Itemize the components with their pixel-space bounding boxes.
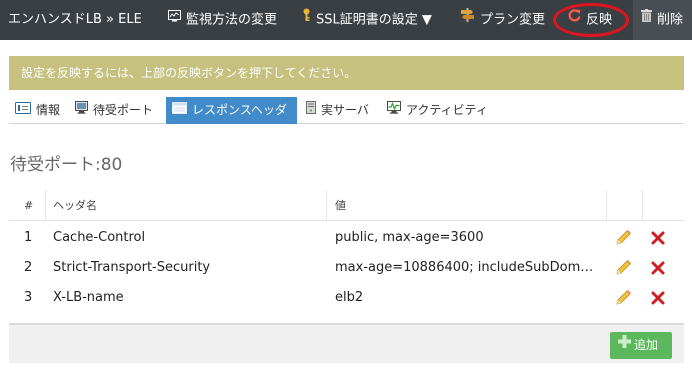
edit-icon[interactable] [614,259,632,277]
header-num: # [24,199,34,212]
delete-row-icon[interactable] [649,289,667,307]
add-label: 追加 [634,338,659,352]
column-divider [45,190,46,221]
plus-icon [618,331,631,358]
row-header-name: X-LB-name [53,290,124,305]
row-header-value: elb2 [335,290,364,305]
edit-icon[interactable] [614,229,632,247]
tab-info-label: 情報 [36,103,61,117]
column-divider [606,190,607,221]
change-monitoring-label: 監視方法の変更 [186,12,278,28]
add-button[interactable]: 追加 [610,332,672,359]
row-header-value: public, max-age=3600 [335,230,484,245]
row-num: 3 [24,290,33,305]
table-row: 2 Strict-Transport-Security max-age=1088… [9,253,684,283]
tab-activity[interactable]: アクティビティ [381,97,494,123]
monitor-icon [168,0,181,39]
tab-listen-port-label: 待受ポート [93,103,154,117]
delete-row-icon[interactable] [649,259,667,277]
trash-icon [641,0,652,39]
reflect-label: 反映 [586,12,613,28]
row-num: 2 [24,260,33,275]
tab-response-header[interactable]: レスポンスヘッダ [166,97,297,124]
delete-button[interactable]: 削除 [633,0,692,40]
top-toolbar: エンハンスドLB » ELE 監視方法の変更 SSL証明書の設定 ▼ プラン変更… [0,0,692,40]
header-name: ヘッダ名 [53,199,97,212]
key-icon [302,0,311,39]
row-header-value: max-age=10886400; includeSubDomains [335,260,599,275]
tab-bar: 情報 待受ポート レスポンスヘッダ 実サーバ アクティビティ [9,97,684,124]
info-icon [15,97,31,123]
section-title: 待受ポート:80 [10,155,123,175]
notice-banner: 設定を反映するには、上部の反映ボタンを押下してください。 [9,56,684,90]
reflect-button[interactable]: 反映 [568,0,612,40]
table-row: 1 Cache-Control public, max-age=3600 [9,223,684,253]
window-icon [172,97,187,123]
tab-real-server-label: 実サーバ [321,103,369,117]
edit-icon[interactable] [614,289,632,307]
table-footer: 追加 [9,323,684,363]
delete-label: 削除 [657,12,684,28]
change-monitoring-button[interactable]: 監視方法の変更 [168,0,277,40]
plan-change-button[interactable]: プラン変更 [460,0,545,40]
row-header-name: Cache-Control [53,230,146,245]
row-num: 1 [24,230,33,245]
notice-text: 設定を反映するには、上部の反映ボタンを押下してください。 [21,66,357,80]
row-header-name: Strict-Transport-Security [53,260,211,275]
ssl-settings-button[interactable]: SSL証明書の設定 ▼ [302,0,432,40]
header-value: 値 [335,199,346,212]
ssl-settings-label: SSL証明書の設定 ▼ [316,12,432,28]
server-icon [306,97,316,123]
tab-response-header-label: レスポンスヘッダ [192,103,287,117]
tab-listen-port[interactable]: 待受ポート [69,97,159,123]
tab-real-server[interactable]: 実サーバ [300,97,375,123]
activity-icon [387,97,401,123]
refresh-icon [568,0,581,39]
tab-info[interactable]: 情報 [9,97,66,123]
signpost-icon [460,0,475,39]
table-row: 3 X-LB-name elb2 [9,283,684,313]
column-divider [326,190,327,221]
table-header: # ヘッダ名 値 [9,190,684,221]
breadcrumb-title[interactable]: エンハンスドLB » ELE [8,0,151,40]
delete-row-icon[interactable] [649,229,667,247]
plan-change-label: プラン変更 [480,12,546,28]
tab-activity-label: アクティビティ [406,103,488,117]
monitor-icon [75,97,88,123]
column-divider [642,190,643,221]
